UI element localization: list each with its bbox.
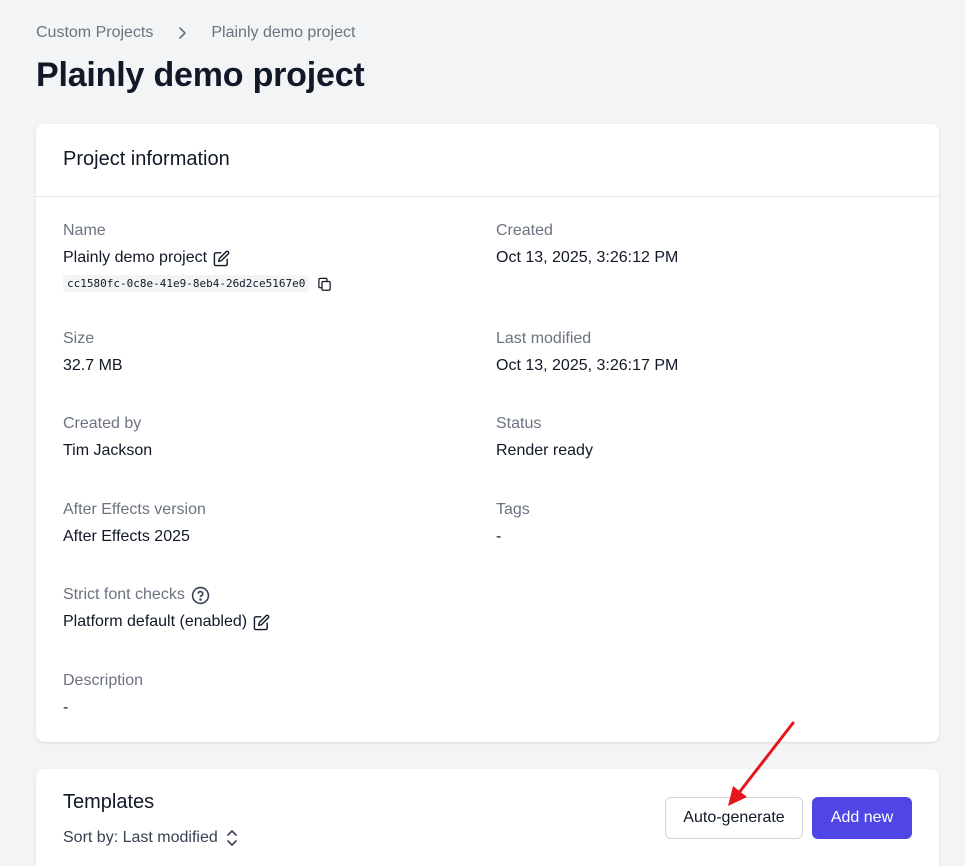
tags-field: Tags - [496, 500, 530, 547]
sort-dropdown[interactable]: Sort by: Last modified [63, 829, 238, 847]
description-field: Description - [63, 671, 143, 718]
status-label: Status [496, 415, 542, 432]
help-circle-icon[interactable] [191, 586, 210, 605]
created-field: Created Oct 13, 2025, 3:26:12 PM [496, 221, 678, 268]
status-value: Render ready [496, 442, 593, 459]
breadcrumb: Custom Projects Plainly demo project [36, 24, 355, 42]
edit-icon[interactable] [253, 614, 270, 631]
description-value: - [63, 699, 69, 716]
breadcrumb-current: Plainly demo project [211, 24, 356, 41]
project-information-heading: Project information [36, 124, 939, 197]
status-field: Status Render ready [496, 414, 593, 461]
add-new-button[interactable]: Add new [812, 797, 912, 839]
description-label: Description [63, 672, 144, 689]
breadcrumb-custom-projects[interactable]: Custom Projects [36, 24, 153, 42]
edit-icon[interactable] [213, 250, 230, 267]
created-by-label: Created by [63, 415, 142, 432]
copy-icon[interactable] [317, 276, 332, 292]
chevron-right-icon [177, 26, 187, 40]
strict-font-checks-value: Platform default (enabled) [63, 613, 248, 630]
size-value: 32.7 MB [63, 357, 123, 374]
name-label: Name [63, 222, 106, 239]
sort-label: Sort by: Last modified [63, 829, 218, 846]
size-field: Size 32.7 MB [63, 329, 123, 376]
ae-version-field: After Effects version After Effects 2025 [63, 500, 206, 547]
created-label: Created [496, 222, 553, 239]
created-by-value: Tim Jackson [63, 442, 153, 459]
ae-version-value: After Effects 2025 [63, 528, 190, 545]
sort-icon [226, 829, 238, 847]
strict-font-checks-field: Strict font checks Platform default (ena… [63, 585, 270, 632]
name-value: Plainly demo project [63, 249, 208, 266]
last-modified-value: Oct 13, 2025, 3:26:17 PM [496, 357, 679, 374]
auto-generate-button[interactable]: Auto-generate [665, 797, 803, 839]
templates-heading: Templates [63, 791, 155, 813]
last-modified-label: Last modified [496, 330, 592, 347]
tags-value: - [496, 528, 502, 545]
tags-label: Tags [496, 501, 530, 518]
created-by-field: Created by Tim Jackson [63, 414, 152, 461]
project-id: cc1580fc-0c8e-41e9-8eb4-26d2ce5167e0 [63, 275, 310, 292]
name-field: Name Plainly demo project cc1580fc-0c8e-… [63, 221, 332, 292]
created-value: Oct 13, 2025, 3:26:12 PM [496, 249, 679, 266]
page-title: Plainly demo project [36, 56, 365, 94]
templates-card: Templates Sort by: Last modified Auto-ge… [36, 769, 939, 866]
project-information-card: Project information Name Plainly demo pr… [36, 124, 939, 742]
last-modified-field: Last modified Oct 13, 2025, 3:26:17 PM [496, 329, 678, 376]
strict-font-checks-label: Strict font checks [63, 586, 185, 603]
size-label: Size [63, 330, 95, 347]
ae-version-label: After Effects version [63, 501, 206, 518]
